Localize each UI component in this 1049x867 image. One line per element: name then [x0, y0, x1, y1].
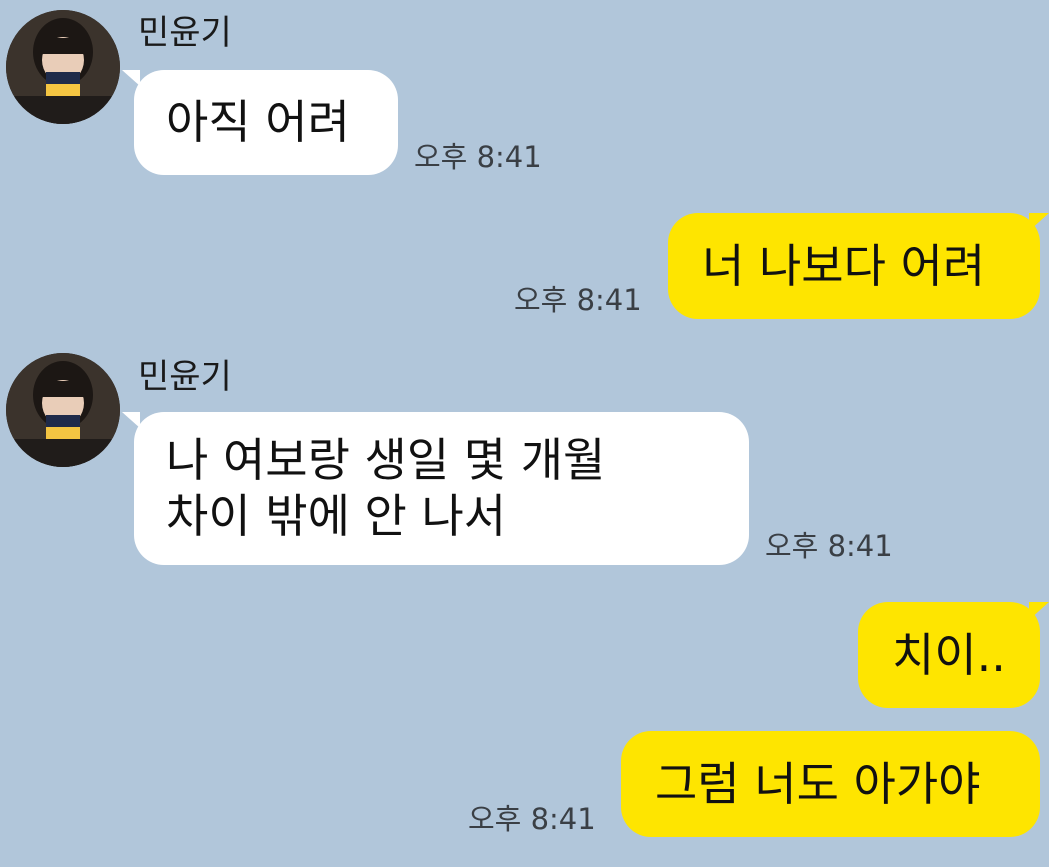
message-text-line: 차이 밖에 안 나서	[166, 489, 507, 543]
sender-name: 민윤기	[138, 357, 232, 397]
message-bubble-incoming[interactable]: 나 여보랑 생일 몇 개월 차이 밖에 안 나서	[134, 412, 749, 565]
message-timestamp: 오후 8:41	[468, 802, 596, 836]
sender-avatar[interactable]	[6, 10, 120, 124]
message-timestamp: 오후 8:41	[514, 283, 642, 317]
bubble-tail	[1029, 213, 1049, 231]
message-timestamp: 오후 8:41	[765, 529, 893, 563]
message-text: 치이..	[892, 628, 1006, 682]
message-text: 너 나보다 어려	[702, 239, 986, 293]
profile-photo-icon	[6, 10, 120, 124]
message-bubble-incoming[interactable]: 아직 어려	[134, 70, 398, 175]
message-bubble-outgoing[interactable]: 너 나보다 어려	[668, 213, 1040, 319]
message-bubble-outgoing[interactable]: 치이..	[858, 602, 1040, 708]
message-text-line: 나 여보랑 생일 몇 개월	[166, 433, 606, 487]
message-timestamp: 오후 8:41	[414, 140, 542, 174]
sender-avatar[interactable]	[6, 353, 120, 467]
sender-name: 민윤기	[138, 13, 232, 53]
profile-photo-icon	[6, 353, 120, 467]
message-text: 아직 어려	[166, 95, 350, 149]
message-text: 그럼 너도 아가야	[655, 757, 981, 811]
message-bubble-outgoing[interactable]: 그럼 너도 아가야	[621, 731, 1040, 837]
bubble-tail	[1029, 602, 1049, 620]
